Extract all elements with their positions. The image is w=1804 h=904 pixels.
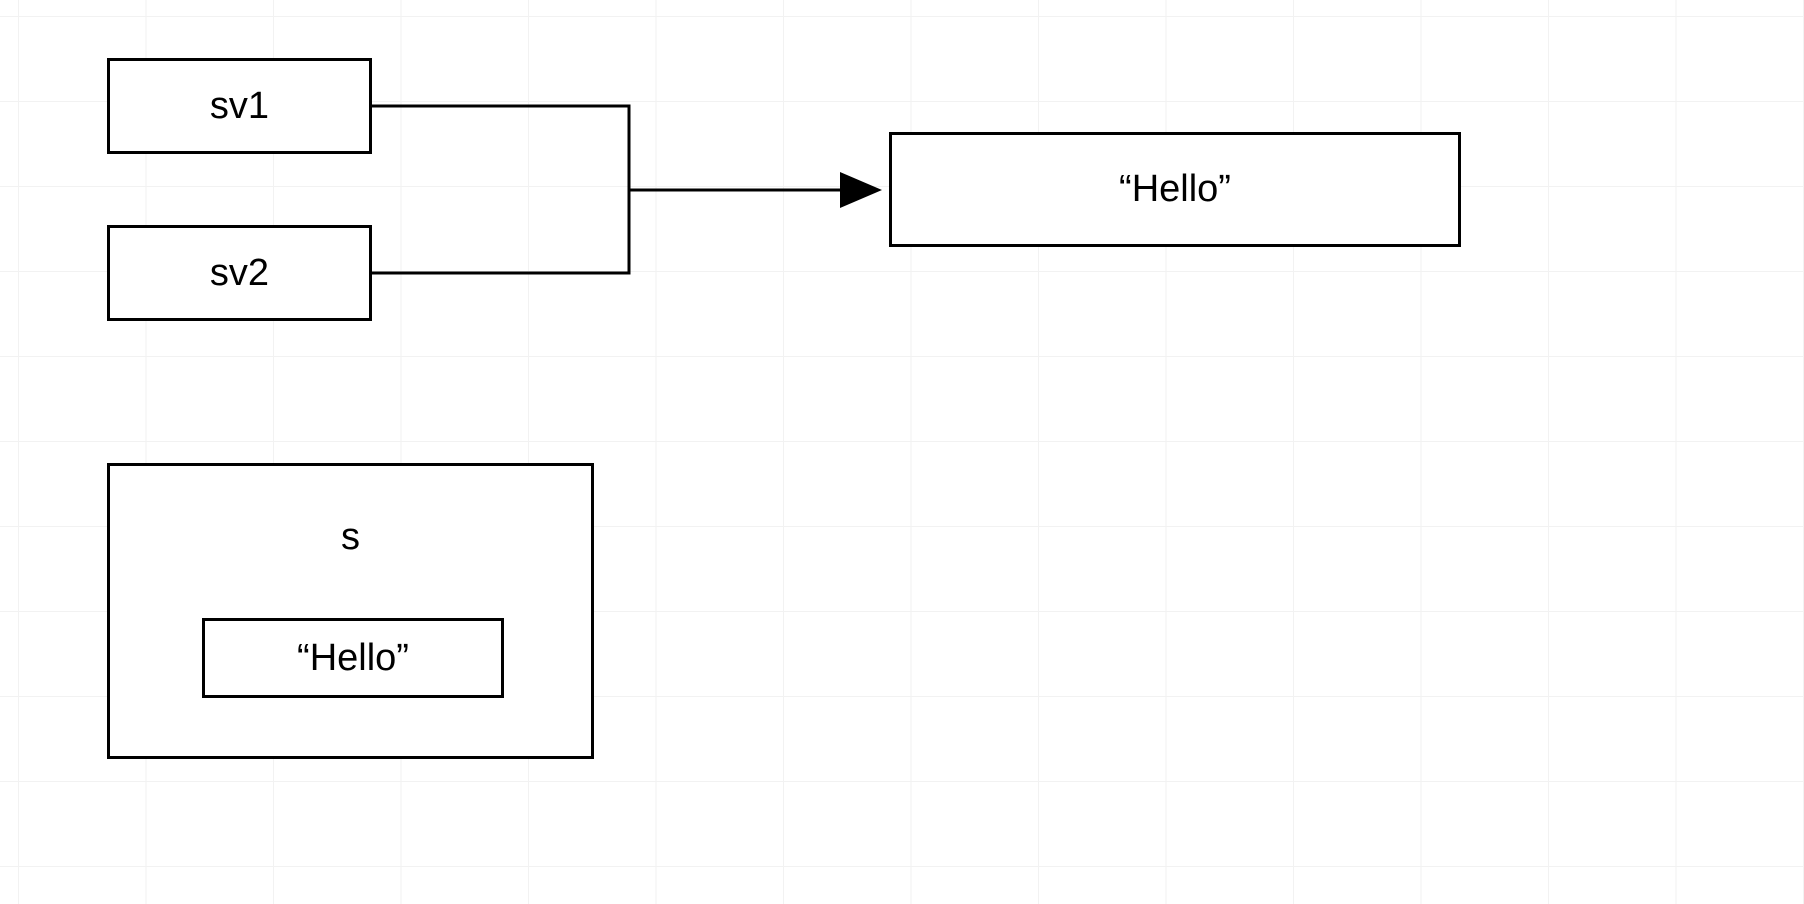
node-hello-right-label: “Hello” [1119, 168, 1231, 211]
node-sv1-label: sv1 [210, 85, 269, 128]
node-hello-inner: “Hello” [202, 618, 504, 698]
node-sv1: sv1 [107, 58, 372, 154]
node-hello-inner-label: “Hello” [297, 637, 409, 680]
node-s-label: s [341, 516, 360, 559]
node-s-outer: s “Hello” [107, 463, 594, 759]
node-sv2: sv2 [107, 225, 372, 321]
node-sv2-label: sv2 [210, 252, 269, 295]
node-hello-right: “Hello” [889, 132, 1461, 247]
